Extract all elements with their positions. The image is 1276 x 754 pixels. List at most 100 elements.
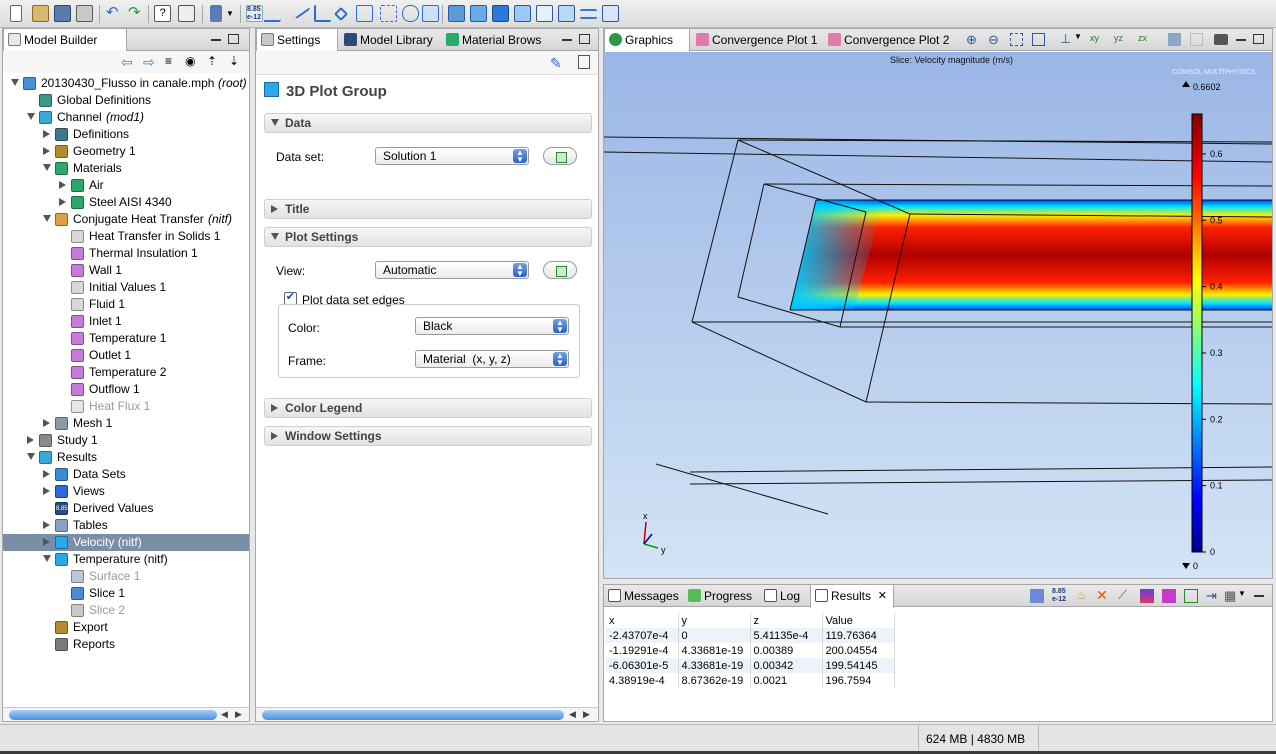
tree-item[interactable]: Velocity (nitf) (3, 534, 249, 551)
plot-icon[interactable] (578, 55, 590, 69)
tree-item[interactable]: Study 1 (3, 432, 249, 449)
expanded-chevron-icon[interactable] (43, 555, 51, 562)
save-icon[interactable] (54, 5, 71, 22)
expanded-chevron-icon[interactable] (11, 79, 19, 86)
plot-animation-icon[interactable] (602, 5, 619, 22)
table-row[interactable]: 4.38919e-4 8.67362e-19 0.0021 196.7594 (606, 673, 895, 688)
tab-log[interactable]: Log (760, 585, 808, 607)
grid-icon[interactable]: ▦ (1224, 588, 1236, 604)
section-color-legend[interactable]: Color Legend (264, 398, 592, 418)
collapsed-chevron-icon[interactable] (43, 487, 50, 495)
eye-icon[interactable]: ◉ (185, 54, 195, 68)
zoom-in-icon[interactable]: ⊕ (966, 32, 977, 48)
collapsed-chevron-icon[interactable] (43, 419, 50, 427)
tree-item[interactable]: Outflow 1 (3, 381, 249, 398)
xy-plane-icon[interactable]: xy (1090, 33, 1099, 43)
tree-item[interactable]: Geometry 1 (3, 143, 249, 160)
clear-icon[interactable]: ♨ (1076, 588, 1087, 602)
copy-icon[interactable]: ⇥ (1206, 588, 1217, 604)
column-header[interactable]: y (678, 613, 751, 628)
cut-plane-icon[interactable] (333, 6, 349, 22)
tree-item[interactable]: Conjugate Heat Transfer (nitf) (3, 211, 249, 228)
tree-item[interactable]: Slice 2 (3, 602, 249, 619)
scroll-left-icon[interactable]: ◀ (569, 708, 576, 721)
tree-item[interactable]: Materials (3, 160, 249, 177)
back-arrow-icon[interactable]: ⇦ (121, 54, 133, 71)
expanded-chevron-icon[interactable] (43, 164, 51, 171)
expand-all-icon[interactable]: ⇡ (207, 54, 217, 68)
derived-values-icon[interactable]: 8.85 e-12 (246, 5, 263, 22)
select-box-icon[interactable] (356, 5, 373, 22)
plot-contour-icon[interactable] (536, 5, 553, 22)
tab-model-builder[interactable]: Model Builder (3, 29, 127, 52)
open-file-icon[interactable] (32, 5, 49, 22)
tree-item[interactable]: Inlet 1 (3, 313, 249, 330)
maximize-icon[interactable] (228, 34, 239, 44)
tab-messages[interactable]: Messages (604, 585, 682, 607)
zoom-extents-icon[interactable] (1032, 33, 1045, 46)
plot-streamline-icon[interactable] (580, 9, 597, 19)
forward-arrow-icon[interactable]: ⇨ (143, 54, 155, 71)
axis-view-icon[interactable]: ⊥ (1060, 31, 1071, 47)
view-select[interactable]: Automatic ▲ ▼ (375, 261, 529, 279)
brush-icon[interactable]: ✎ (550, 55, 562, 72)
pan-icon[interactable] (422, 5, 439, 22)
graphics-minimize-icon[interactable] (1236, 39, 1246, 41)
zx-plane-icon[interactable]: zx (1138, 33, 1147, 43)
tab-convergence-plot-2[interactable]: Convergence Plot 2 (824, 29, 954, 51)
expanded-chevron-icon[interactable] (27, 113, 35, 120)
tree-item[interactable]: Data Sets (3, 466, 249, 483)
tab-graphics[interactable]: Graphics (604, 29, 690, 52)
table-surface-icon[interactable] (1140, 589, 1154, 603)
tree-item[interactable]: Export (3, 619, 249, 636)
color-select[interactable]: Black ▲ ▼ (415, 317, 569, 335)
tree-item[interactable]: Global Definitions (3, 92, 249, 109)
table-row[interactable]: -2.43707e-4 0 5.41135e-4 119.76364 (606, 628, 895, 643)
collapsed-chevron-icon[interactable] (43, 130, 50, 138)
graphics-canvas[interactable]: Slice: Velocity magnitude (m/s) COMSOL M… (604, 52, 1272, 578)
tree-item[interactable]: Slice 1 (3, 585, 249, 602)
zoom-box-icon[interactable] (380, 5, 397, 22)
tab-model-library[interactable]: Model Library (340, 29, 440, 51)
tree-item[interactable]: 8.85 Derived Values (3, 500, 249, 517)
model-builder-scrollbar[interactable]: ◀ ▶ (3, 707, 249, 721)
settings-minimize-icon[interactable] (562, 39, 572, 41)
tree-item[interactable]: Heat Flux 1 (3, 398, 249, 415)
tree-item[interactable]: Temperature (nitf) (3, 551, 249, 568)
scroll-right-icon[interactable]: ▶ (583, 708, 590, 721)
yz-plane-icon[interactable]: yz (1114, 33, 1123, 43)
cut-line-icon[interactable] (314, 5, 331, 22)
table-icon[interactable] (1030, 589, 1044, 603)
tree-item[interactable]: Results (3, 449, 249, 466)
derived-values-icon[interactable]: 8.85 e-12 (1052, 588, 1066, 604)
tree-item[interactable]: Surface 1 (3, 568, 249, 585)
info-icon[interactable] (178, 5, 195, 22)
settings-maximize-icon[interactable] (579, 34, 590, 44)
tree-item[interactable]: Initial Values 1 (3, 279, 249, 296)
collapsed-chevron-icon[interactable] (59, 181, 66, 189)
collapsed-chevron-icon[interactable] (27, 436, 34, 444)
tab-progress[interactable]: Progress (684, 585, 758, 607)
select-icon[interactable] (1168, 33, 1181, 46)
table-row[interactable]: -6.06301e-5 4.33681e-19 0.00342 199.54145 (606, 658, 895, 673)
point-evaluation-icon[interactable] (263, 5, 290, 22)
tree-item[interactable]: Thermal Insulation 1 (3, 245, 249, 262)
expanded-chevron-icon[interactable] (43, 215, 51, 222)
delete-icon[interactable]: ✕ (1096, 587, 1108, 604)
settings-scroll-thumb[interactable] (262, 710, 564, 720)
tree-item[interactable]: Temperature 1 (3, 330, 249, 347)
camera-icon[interactable] (1214, 34, 1228, 45)
plot-surface-icon[interactable] (492, 5, 509, 22)
column-header[interactable]: x (606, 613, 679, 628)
plot-3d-icon[interactable] (470, 5, 487, 22)
tree-item[interactable]: 20130430_Flusso in canale.mph (root) (3, 75, 249, 92)
tree-item[interactable]: Wall 1 (3, 262, 249, 279)
tree-item[interactable]: Reports (3, 636, 249, 653)
tree-item[interactable]: Mesh 1 (3, 415, 249, 432)
zoom-out-icon[interactable]: ⊖ (988, 32, 999, 48)
graph-icon[interactable]: ⟋ (1118, 587, 1127, 603)
show-icon[interactable]: ≡ (165, 54, 172, 68)
collapsed-chevron-icon[interactable] (43, 521, 50, 529)
close-icon[interactable]: ✕ (878, 585, 887, 607)
print-icon[interactable] (76, 5, 93, 22)
